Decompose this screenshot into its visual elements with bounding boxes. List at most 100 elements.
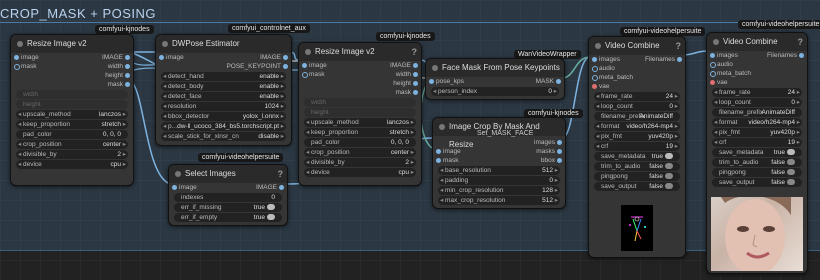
- widget-keep-proportion[interactable]: ◂ keep_proportion stretch ▸: [16, 120, 128, 129]
- widget-toggle[interactable]: true: [774, 148, 795, 157]
- widget-crf[interactable]: ◂ crf 19 ▸: [712, 138, 802, 147]
- io-row[interactable]: image IMAGE: [156, 53, 291, 62]
- toggle-switch-icon[interactable]: [787, 159, 795, 166]
- collapse-dot-icon[interactable]: [17, 41, 23, 47]
- arrow-left-icon[interactable]: ◂: [433, 87, 436, 96]
- input-dot-icon[interactable]: [710, 62, 716, 68]
- output-dot-icon[interactable]: [413, 81, 418, 86]
- arrow-right-icon[interactable]: ▸: [281, 92, 284, 101]
- toggle-switch-icon[interactable]: [665, 173, 673, 180]
- io-row[interactable]: images: [433, 138, 565, 147]
- input-dot-icon[interactable]: [172, 185, 177, 190]
- widget-divisible-by[interactable]: ◂ divisible_by 2 ▸: [16, 150, 128, 159]
- toggle-switch-icon[interactable]: [787, 149, 795, 156]
- arrow-left-icon[interactable]: ◂: [440, 176, 443, 185]
- node-header[interactable]: Resize Image v2?: [299, 43, 421, 61]
- arrow-left-icon[interactable]: ◂: [714, 98, 717, 107]
- input-dot-icon[interactable]: [592, 57, 597, 62]
- widget-scale-stick[interactable]: ◂ scale_stick_for_xinsr_cn disable ▸: [161, 132, 286, 141]
- arrow-right-icon[interactable]: ▸: [797, 98, 800, 107]
- arrow-left-icon[interactable]: ◂: [163, 92, 166, 101]
- widget-base-resolution[interactable]: ◂ base_resolution 512 ▸: [438, 166, 560, 175]
- io-row[interactable]: image IMAGE: [299, 61, 421, 70]
- widget-save-metadata[interactable]: save_metadata true: [712, 148, 802, 157]
- arrow-right-icon[interactable]: ▸: [797, 128, 800, 137]
- io-row[interactable]: height: [11, 71, 133, 80]
- output-dot-icon[interactable]: [413, 72, 418, 77]
- output-dot-icon[interactable]: [413, 63, 418, 68]
- widget-format[interactable]: ◂ format video/h264-mp4 ▸: [712, 118, 802, 127]
- widget-pix-fmt[interactable]: ◂ pix_fmt yuv420p ▸: [712, 128, 802, 137]
- arrow-left-icon[interactable]: ◂: [163, 112, 166, 121]
- arrow-right-icon[interactable]: ▸: [675, 132, 678, 141]
- io-row[interactable]: vae: [707, 78, 807, 87]
- arrow-left-icon[interactable]: ◂: [306, 158, 309, 167]
- node-video-combine-1[interactable]: Video Combine? images Filenames audio met…: [588, 36, 686, 258]
- arrow-right-icon[interactable]: ▸: [123, 150, 126, 159]
- widget-crop-position[interactable]: ◂ crop_position center ▸: [16, 140, 128, 149]
- widget-detect-hand[interactable]: ◂ detect_hand enable ▸: [161, 72, 286, 81]
- help-icon[interactable]: ?: [412, 43, 418, 61]
- arrow-left-icon[interactable]: ◂: [714, 128, 717, 137]
- arrow-right-icon[interactable]: ▸: [281, 102, 284, 111]
- widget-detect-face[interactable]: ◂ detect_face enable ▸: [161, 92, 286, 101]
- input-dot-icon[interactable]: [592, 84, 597, 89]
- widget-err-if-missing[interactable]: err_if_missing true: [174, 203, 282, 212]
- widget-divisible-by[interactable]: ◂ divisible_by 2 ▸: [304, 158, 416, 167]
- arrow-right-icon[interactable]: ▸: [281, 122, 284, 131]
- toggle-switch-icon[interactable]: [665, 183, 673, 190]
- widget-bbox-detector[interactable]: ◂ bbox_detector yolox_l.onnx ▸: [161, 112, 286, 121]
- toggle-switch-icon[interactable]: [665, 163, 673, 170]
- output-dot-icon[interactable]: [557, 158, 562, 163]
- collapse-dot-icon[interactable]: [439, 124, 445, 130]
- widget-loop-count[interactable]: ◂ loop_count 0 ▸: [712, 98, 802, 107]
- arrow-left-icon[interactable]: ◂: [18, 150, 21, 159]
- arrow-left-icon[interactable]: ◂: [440, 166, 443, 175]
- io-row[interactable]: meta_batch: [707, 69, 807, 78]
- toggle-switch-icon[interactable]: [267, 214, 275, 221]
- arrow-right-icon[interactable]: ▸: [797, 118, 800, 127]
- widget-trim-to-audio[interactable]: trim_to_audio false: [594, 162, 680, 171]
- widget-filename-prefix[interactable]: filename_prefix AnimateDiff: [594, 112, 680, 121]
- input-dot-icon[interactable]: [302, 72, 308, 78]
- widget-keep-proportion[interactable]: ◂ keep_proportion stretch ▸: [304, 128, 416, 137]
- output-dot-icon[interactable]: [279, 185, 284, 190]
- widget-person-index[interactable]: ◂ person_index 0 ▸: [431, 87, 559, 96]
- widget-frame-rate[interactable]: ◂ frame_rate 24 ▸: [594, 92, 680, 101]
- arrow-left-icon[interactable]: ◂: [18, 160, 21, 169]
- arrow-left-icon[interactable]: ◂: [163, 82, 166, 91]
- node-header[interactable]: Video Combine?: [707, 33, 807, 51]
- io-row[interactable]: image IMAGE: [11, 53, 133, 62]
- input-dot-icon[interactable]: [710, 53, 715, 58]
- input-dot-icon[interactable]: [14, 55, 19, 60]
- output-dot-icon[interactable]: [799, 53, 804, 58]
- arrow-left-icon[interactable]: ◂: [596, 102, 599, 111]
- widget-detect-body[interactable]: ◂ detect_body enable ▸: [161, 82, 286, 91]
- widget-crop-position[interactable]: ◂ crop_position center ▸: [304, 148, 416, 157]
- arrow-left-icon[interactable]: ◂: [440, 196, 443, 205]
- widget-trim-to-audio[interactable]: trim_to_audio false: [712, 158, 802, 167]
- widget-loop-count[interactable]: ◂ loop_count 0 ▸: [594, 102, 680, 111]
- input-dot-icon[interactable]: [436, 158, 441, 163]
- io-row[interactable]: image masks: [433, 147, 565, 156]
- arrow-right-icon[interactable]: ▸: [123, 160, 126, 169]
- widget-upscale-method[interactable]: ◂ upscale_method lanczos ▸: [304, 118, 416, 127]
- output-dot-icon[interactable]: [125, 73, 130, 78]
- widget-toggle[interactable]: false: [649, 172, 673, 181]
- arrow-right-icon[interactable]: ▸: [675, 122, 678, 131]
- widget-pingpong[interactable]: pingpong false: [594, 172, 680, 181]
- arrow-right-icon[interactable]: ▸: [411, 128, 414, 137]
- arrow-right-icon[interactable]: ▸: [281, 72, 284, 81]
- arrow-right-icon[interactable]: ▸: [675, 92, 678, 101]
- output-dot-icon[interactable]: [556, 79, 561, 84]
- arrow-left-icon[interactable]: ◂: [163, 102, 166, 111]
- arrow-left-icon[interactable]: ◂: [163, 122, 166, 131]
- toggle-switch-icon[interactable]: [665, 153, 673, 160]
- arrow-left-icon[interactable]: ◂: [306, 168, 309, 177]
- widget-height[interactable]: height: [304, 108, 416, 117]
- widget-pad-color[interactable]: pad_color 0, 0, 0: [16, 130, 128, 139]
- io-row[interactable]: mask: [11, 80, 133, 89]
- video-preview-face[interactable]: [711, 197, 803, 271]
- toggle-switch-icon[interactable]: [267, 204, 275, 211]
- widget-format[interactable]: ◂ format video/h264-mp4 ▸: [594, 122, 680, 131]
